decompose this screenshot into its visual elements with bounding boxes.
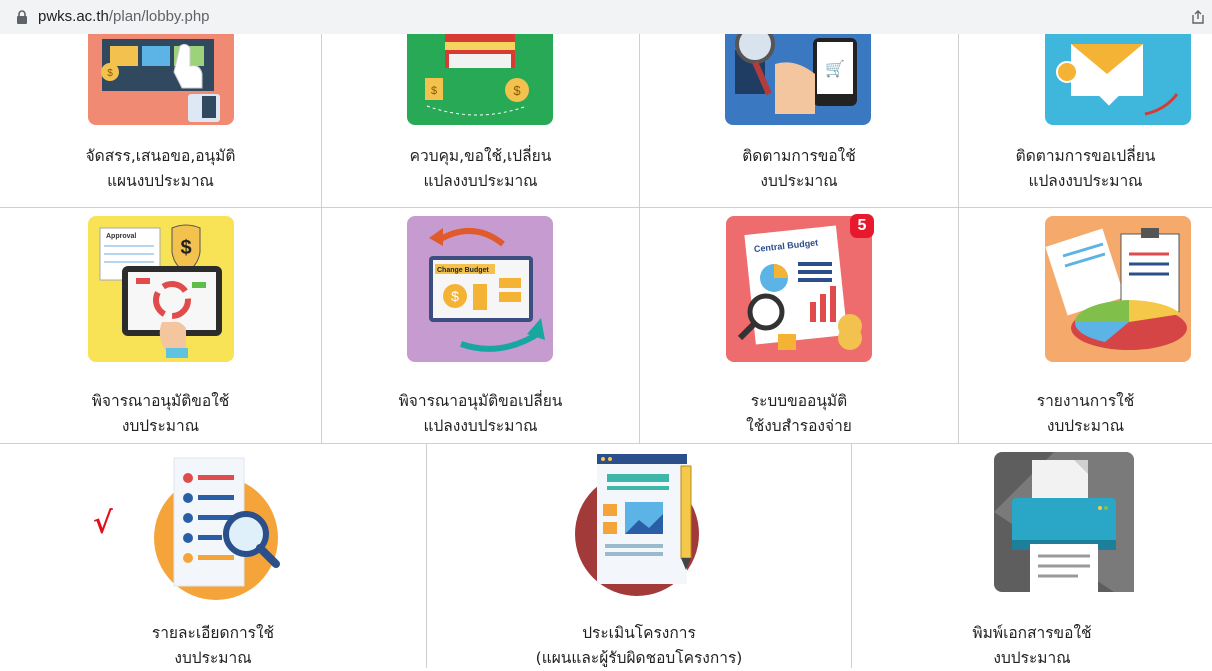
menu-label: ติดตามการขอใช้ งบประมาณ	[742, 147, 856, 190]
svg-text:$: $	[107, 68, 113, 79]
menu-item-report[interactable]: รายงานการใช้ งบประมาณ	[959, 208, 1212, 444]
menu-item-change-budget[interactable]: Change Budget $ พิจารณาอนุมัติขอเปลี่ยนแ…	[322, 208, 640, 444]
menu-item-print[interactable]: พิมพ์เอกสารขอใช้ งบประมาณ	[852, 444, 1212, 668]
central-budget-icon: Central Budget	[726, 216, 872, 362]
svg-text:Approval: Approval	[106, 233, 136, 240]
menu-label: ติดตามการขอเปลี่ยน แปลงงบประมาณ	[1015, 147, 1156, 190]
control-budget-icon: $ $	[407, 34, 553, 125]
menu-label: พิจารณาอนุมัติขอเปลี่ยน แปลงงบประมาณ	[398, 392, 563, 435]
printer-icon	[994, 452, 1134, 592]
menu-label: จัดสรร,เสนอขอ,อนุมัติ แผนงบประมาณ	[85, 147, 236, 190]
menu-label: พิจารณาอนุมัติขอใช้ งบประมาณ	[91, 392, 230, 435]
menu-label: รายงานการใช้ งบประมาณ	[1036, 392, 1135, 435]
menu-label: พิมพ์เอกสารขอใช้ งบประมาณ	[972, 624, 1092, 667]
menu-item-control-budget[interactable]: $ $ ควบคุม,ขอใช้,เปลี่ยน แปลงงบประมาณ	[322, 34, 640, 208]
track-change-icon	[1045, 34, 1191, 125]
track-request-icon: 🛒	[725, 34, 871, 125]
svg-text:Change Budget: Change Budget	[437, 267, 489, 274]
menu-item-track-request[interactable]: 🛒 ติดตามการขอใช้ งบประมาณ	[640, 34, 959, 208]
report-chart-icon	[1045, 216, 1191, 362]
menu-item-detail[interactable]: √ รายละเอียดการใช้ งบประมาณ	[0, 444, 427, 668]
menu-item-project-evaluation[interactable]: ประเมินโครงการ (แผนและผู้รับผิดชอบโครงการ…	[427, 444, 852, 668]
menu-item-approval[interactable]: Approval $ พิจารณาอนุมัติขอใช้ งบประมาณ	[0, 208, 322, 444]
menu-grid: $ จัดสรร,เสนอขอ,อนุมัติ แผนงบประมาณ $ $ ค…	[0, 34, 1212, 668]
lock-icon	[17, 10, 27, 24]
svg-text:$: $	[451, 288, 459, 304]
svg-text:🛒: 🛒	[825, 59, 845, 78]
change-budget-icon: Change Budget $	[407, 216, 553, 362]
approval-icon: Approval $	[88, 216, 234, 362]
menu-label: รายละเอียดการใช้ งบประมาณ	[151, 624, 275, 667]
url-text[interactable]: pwks.ac.th/plan/lobby.php	[38, 8, 210, 25]
detail-search-icon	[154, 457, 280, 600]
svg-text:$: $	[513, 83, 521, 98]
check-mark: √	[93, 506, 113, 541]
menu-label: ควบคุม,ขอใช้,เปลี่ยน แปลงงบประมาณ	[409, 147, 552, 190]
notification-badge: 5	[850, 214, 874, 238]
allocate-budget-icon: $	[88, 34, 234, 125]
menu-label: ประเมินโครงการ (แผนและผู้รับผิดชอบโครงการ…	[535, 624, 743, 667]
share-icon[interactable]	[1190, 9, 1206, 25]
menu-item-central-budget[interactable]: Central Budget 5 ระบบขออนุมัติ ใช้งบสำรอง…	[640, 208, 959, 444]
address-bar[interactable]: pwks.ac.th/plan/lobby.php	[0, 0, 1212, 35]
svg-text:$: $	[431, 85, 437, 97]
menu-item-allocate-budget[interactable]: $ จัดสรร,เสนอขอ,อนุมัติ แผนงบประมาณ	[0, 34, 322, 208]
svg-text:$: $	[180, 237, 191, 259]
menu-label: ระบบขออนุมัติ ใช้งบสำรองจ่าย	[746, 392, 852, 435]
project-evaluation-icon	[575, 454, 699, 596]
menu-item-track-change[interactable]: ติดตามการขอเปลี่ยน แปลงงบประมาณ	[959, 34, 1212, 208]
